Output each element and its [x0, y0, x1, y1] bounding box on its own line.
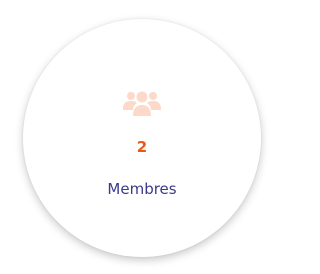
members-card-content: 2 Membres [23, 19, 261, 257]
stage: 2 Membres [0, 0, 277, 274]
members-count: 2 [136, 138, 148, 156]
users-icon-graphic [123, 91, 161, 116]
users-icon [122, 88, 162, 118]
members-label: Membres [107, 180, 177, 198]
members-card[interactable]: 2 Membres [23, 19, 261, 257]
